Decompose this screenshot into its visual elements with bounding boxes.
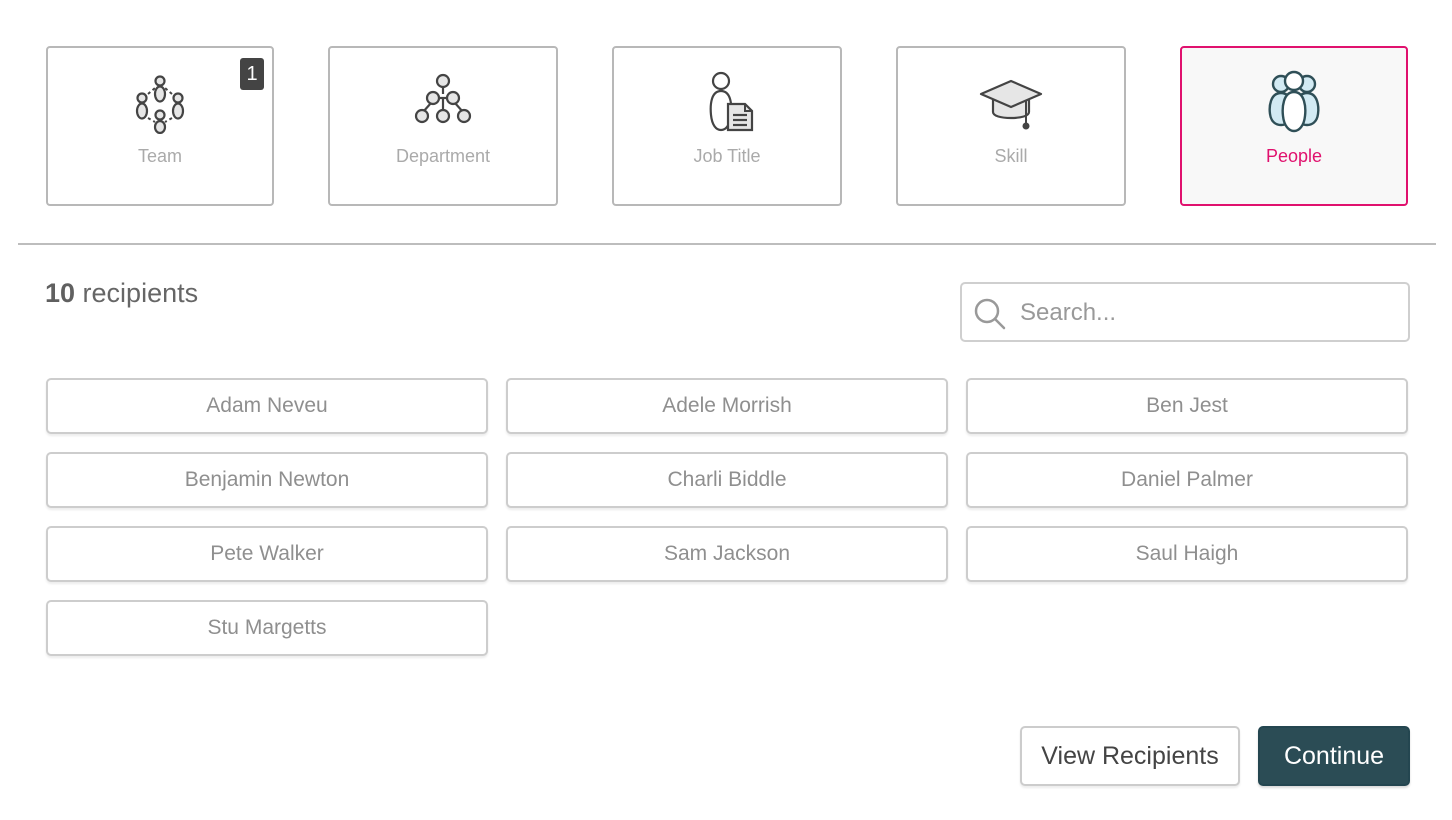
job-title-icon xyxy=(709,71,754,132)
view-recipients-button[interactable]: View Recipients xyxy=(1020,726,1240,786)
category-label: Team xyxy=(137,146,182,166)
recipients-count-number: 10 xyxy=(45,278,76,308)
person-button[interactable]: Charli Biddle xyxy=(506,452,948,508)
continue-button[interactable]: Continue xyxy=(1258,726,1410,786)
search-icon xyxy=(974,298,1006,330)
category-label: Skill xyxy=(994,146,1028,166)
category-department[interactable]: Department xyxy=(328,46,558,206)
recipients-count: 10 recipients xyxy=(45,278,198,309)
category-skill[interactable]: Skill xyxy=(896,46,1126,206)
category-label: People xyxy=(1265,146,1323,166)
category-job-title[interactable]: Job Title xyxy=(612,46,842,206)
graduation-cap-icon xyxy=(979,79,1043,130)
selection-count-badge: 1 xyxy=(240,58,264,90)
person-button[interactable]: Ben Jest xyxy=(966,378,1408,434)
recipients-count-label: recipients xyxy=(75,278,199,308)
person-button[interactable]: Stu Margetts xyxy=(46,600,488,656)
category-team[interactable]: Team 1 xyxy=(46,46,274,206)
department-icon xyxy=(414,73,472,124)
category-label: Job Title xyxy=(693,146,761,166)
person-button[interactable]: Saul Haigh xyxy=(966,526,1408,582)
team-icon xyxy=(135,75,185,134)
section-divider xyxy=(18,243,1436,245)
search-box[interactable] xyxy=(960,282,1410,342)
person-button[interactable]: Daniel Palmer xyxy=(966,452,1408,508)
category-people[interactable]: People xyxy=(1180,46,1408,206)
person-button[interactable]: Pete Walker xyxy=(46,526,488,582)
people-icon xyxy=(1268,70,1320,133)
person-button[interactable]: Sam Jackson xyxy=(506,526,948,582)
people-list: Adam Neveu Adele Morrish Ben Jest Benjam… xyxy=(46,378,1408,656)
search-input[interactable] xyxy=(1018,292,1402,334)
person-button[interactable]: Adele Morrish xyxy=(506,378,948,434)
category-label: Department xyxy=(395,146,491,166)
person-button[interactable]: Adam Neveu xyxy=(46,378,488,434)
person-button[interactable]: Benjamin Newton xyxy=(46,452,488,508)
